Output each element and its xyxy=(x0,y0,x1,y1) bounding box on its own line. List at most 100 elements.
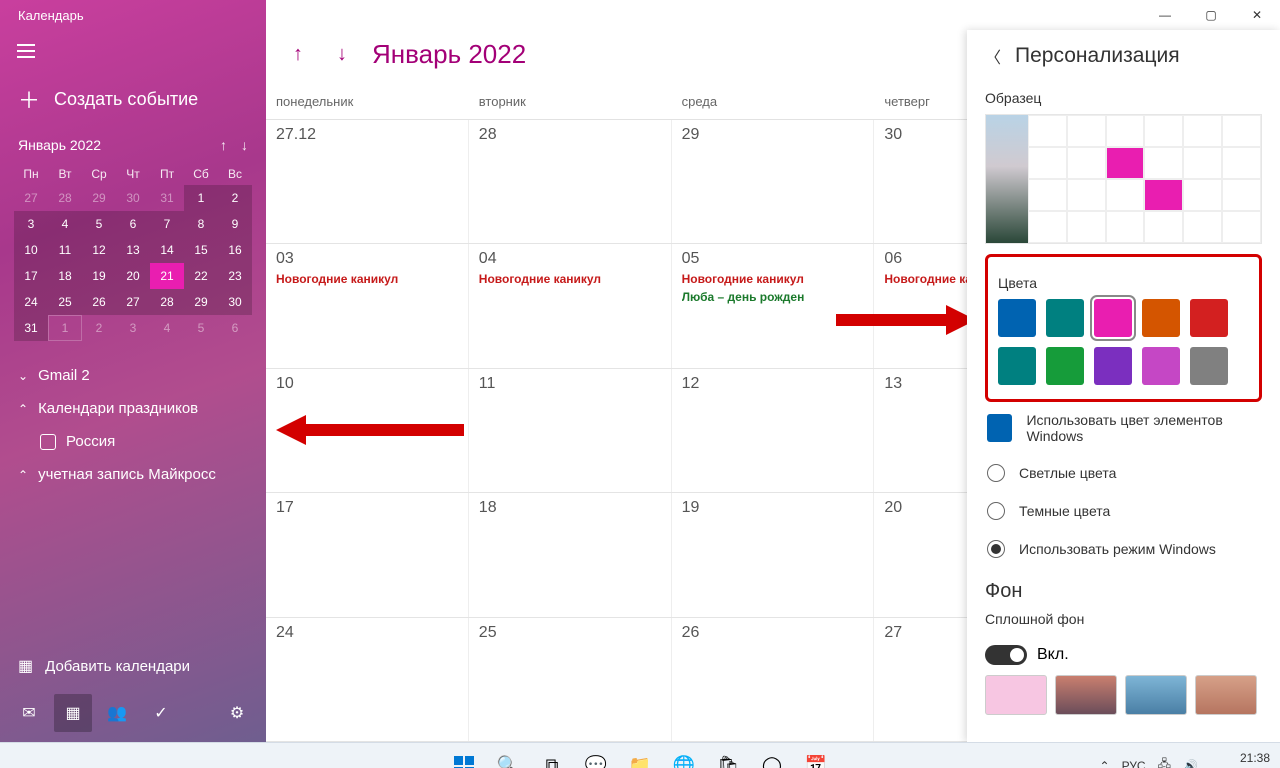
mini-day[interactable]: 14 xyxy=(150,237,184,263)
bg-option[interactable] xyxy=(985,675,1047,715)
mini-day[interactable]: 19 xyxy=(82,263,116,289)
tray-chevron-icon[interactable]: ⌃ xyxy=(1100,759,1110,768)
mini-day[interactable]: 3 xyxy=(116,315,150,341)
bg-option[interactable] xyxy=(1195,675,1257,715)
color-swatch[interactable] xyxy=(1190,347,1228,385)
color-swatch[interactable] xyxy=(1046,347,1084,385)
color-swatch[interactable] xyxy=(1094,347,1132,385)
next-month-button[interactable]: ↓ xyxy=(324,36,360,72)
background-toggle[interactable]: Вкл. xyxy=(985,645,1262,665)
mini-day[interactable]: 7 xyxy=(150,211,184,237)
back-button[interactable]: 〈 xyxy=(985,44,1001,68)
chrome-icon[interactable]: ◯ xyxy=(753,747,791,768)
mini-day[interactable]: 4 xyxy=(48,211,82,237)
edge-icon[interactable]: 🌐 xyxy=(665,747,703,768)
windows-accent-option[interactable]: Использовать цвет элементов Windows xyxy=(985,402,1262,454)
day-cell[interactable]: 11 xyxy=(469,369,672,492)
group-holidays[interactable]: ⌃ Календари праздников xyxy=(0,392,266,425)
mini-day[interactable]: 29 xyxy=(184,289,218,315)
mini-day[interactable]: 8 xyxy=(184,211,218,237)
volume-icon[interactable]: 🔊 xyxy=(1183,759,1198,768)
mini-next-icon[interactable]: ↓ xyxy=(241,137,248,153)
mini-day[interactable]: 17 xyxy=(14,263,48,289)
group-microsoft[interactable]: ⌃ учетная запись Майкросс xyxy=(0,458,266,491)
color-swatch[interactable] xyxy=(1190,299,1228,337)
day-cell[interactable]: 04Новогодние каникул xyxy=(469,244,672,367)
event-item[interactable]: Новогодние каникул xyxy=(682,272,864,286)
day-cell[interactable]: 12 xyxy=(672,369,875,492)
mini-day[interactable]: 24 xyxy=(14,289,48,315)
day-cell[interactable]: 27.12 xyxy=(266,120,469,243)
mini-day[interactable]: 26 xyxy=(82,289,116,315)
mini-day[interactable]: 4 xyxy=(150,315,184,341)
mini-day[interactable]: 1 xyxy=(184,185,218,211)
day-cell[interactable]: 25 xyxy=(469,618,672,741)
day-cell[interactable]: 24 xyxy=(266,618,469,741)
mini-day[interactable]: 12 xyxy=(82,237,116,263)
mini-day[interactable]: 28 xyxy=(48,185,82,211)
mini-day[interactable]: 27 xyxy=(116,289,150,315)
toggle-switch[interactable] xyxy=(985,645,1027,665)
mini-day[interactable]: 21 xyxy=(150,263,184,289)
people-icon[interactable]: 👥 xyxy=(98,694,136,732)
day-cell[interactable]: 17 xyxy=(266,493,469,616)
color-swatch[interactable] xyxy=(1046,299,1084,337)
mini-day[interactable]: 11 xyxy=(48,237,82,263)
search-icon[interactable]: 🔍 xyxy=(489,747,527,768)
mini-day[interactable]: 28 xyxy=(150,289,184,315)
menu-button[interactable] xyxy=(6,31,46,71)
windows-mode-radio[interactable]: Использовать режим Windows xyxy=(985,530,1262,568)
mini-day[interactable]: 13 xyxy=(116,237,150,263)
explorer-icon[interactable]: 📁 xyxy=(621,747,659,768)
mini-day[interactable]: 30 xyxy=(116,185,150,211)
mini-day[interactable]: 27 xyxy=(14,185,48,211)
settings-icon[interactable]: ⚙ xyxy=(218,694,256,732)
mini-prev-icon[interactable]: ↑ xyxy=(220,137,227,153)
day-cell[interactable]: 29 xyxy=(672,120,875,243)
mini-day[interactable]: 3 xyxy=(14,211,48,237)
todo-icon[interactable]: ✓ xyxy=(142,694,180,732)
mini-day[interactable]: 31 xyxy=(14,315,48,341)
checkbox-icon[interactable] xyxy=(40,434,56,450)
event-item[interactable]: Люба – день рожден xyxy=(682,290,864,304)
chat-icon[interactable]: 💬 xyxy=(577,747,615,768)
color-swatch[interactable] xyxy=(998,299,1036,337)
mini-day[interactable]: 22 xyxy=(184,263,218,289)
color-swatch[interactable] xyxy=(998,347,1036,385)
calendar-app-icon[interactable]: 📅 xyxy=(797,747,835,768)
new-event-button[interactable]: ＋ Создать событие xyxy=(0,75,266,131)
mini-day[interactable]: 31 xyxy=(150,185,184,211)
light-theme-radio[interactable]: Светлые цвета xyxy=(985,454,1262,492)
color-swatch[interactable] xyxy=(1142,347,1180,385)
dark-theme-radio[interactable]: Темные цвета xyxy=(985,492,1262,530)
color-swatch[interactable] xyxy=(1094,299,1132,337)
bg-option[interactable] xyxy=(1125,675,1187,715)
event-item[interactable]: Новогодние каникул xyxy=(479,272,661,286)
color-swatch[interactable] xyxy=(1142,299,1180,337)
day-cell[interactable]: 10 xyxy=(266,369,469,492)
language-indicator[interactable]: РУС xyxy=(1122,759,1146,768)
event-item[interactable]: Новогодние каникул xyxy=(276,272,458,286)
mini-day[interactable]: 20 xyxy=(116,263,150,289)
mini-day[interactable]: 30 xyxy=(218,289,252,315)
day-cell[interactable]: 28 xyxy=(469,120,672,243)
mini-cal-title[interactable]: Январь 2022 xyxy=(18,137,101,153)
day-cell[interactable]: 19 xyxy=(672,493,875,616)
calendar-russia[interactable]: Россия xyxy=(0,425,266,458)
bg-option[interactable] xyxy=(1055,675,1117,715)
day-cell[interactable]: 03Новогодние каникул xyxy=(266,244,469,367)
mini-day[interactable]: 29 xyxy=(82,185,116,211)
prev-month-button[interactable]: ↑ xyxy=(280,36,316,72)
day-cell[interactable]: 26 xyxy=(672,618,875,741)
mail-icon[interactable]: ✉ xyxy=(10,694,48,732)
mini-day[interactable]: 5 xyxy=(184,315,218,341)
day-cell[interactable]: 18 xyxy=(469,493,672,616)
mini-day[interactable]: 9 xyxy=(218,211,252,237)
maximize-button[interactable]: ▢ xyxy=(1188,0,1234,30)
mini-day[interactable]: 6 xyxy=(116,211,150,237)
mini-day[interactable]: 2 xyxy=(82,315,116,341)
mini-day[interactable]: 2 xyxy=(218,185,252,211)
store-icon[interactable]: 🛍 xyxy=(709,747,747,768)
start-button[interactable] xyxy=(445,747,483,768)
mini-day[interactable]: 23 xyxy=(218,263,252,289)
